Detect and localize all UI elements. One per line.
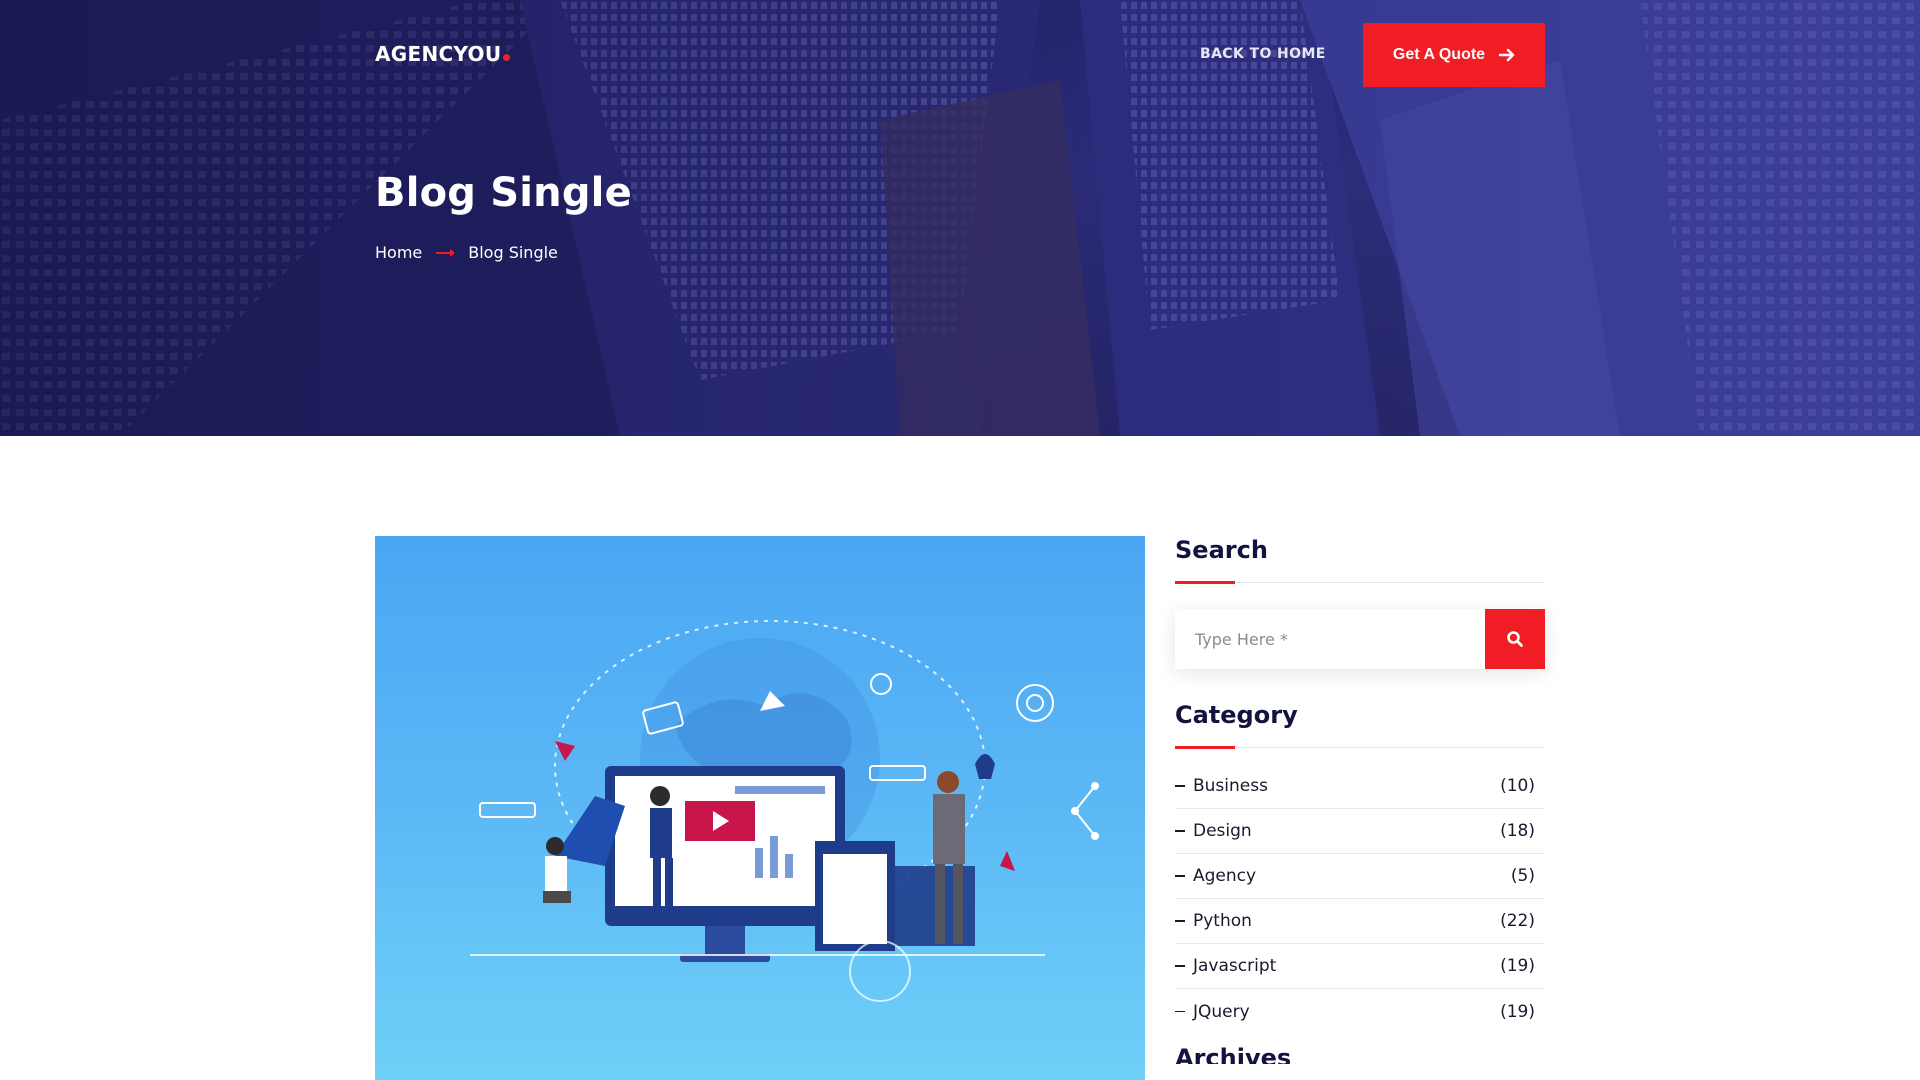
category-label: Javascript [1193,956,1277,976]
breadcrumb-arrow-icon [436,248,456,257]
widget-title-divider [1175,746,1545,749]
search-button[interactable] [1485,609,1545,669]
quote-label: Get A Quote [1392,46,1486,63]
category-count: (10) [1500,776,1535,796]
search-form [1175,609,1545,669]
digital-marketing-illustration [470,620,1099,1002]
dash-icon [1175,1010,1185,1013]
page-hero: AGENCYOU BACK TO HOME Get A Quote Blog S… [0,0,1920,436]
widget-title-divider [1175,581,1545,584]
category-item-jquery[interactable]: JQuery (19) [1175,989,1545,1034]
arrow-right-icon [1499,48,1515,62]
category-label: Design [1193,821,1252,841]
next-widget-title: Archives [1175,1044,1292,1064]
breadcrumb-home[interactable]: Home [375,243,422,262]
breadcrumb: Home Blog Single [375,243,558,262]
hero-overlay [0,0,1920,436]
back-to-home-link[interactable]: BACK TO HOME [1200,46,1326,62]
dash-icon [1175,875,1185,877]
category-item-python[interactable]: Python (22) [1175,899,1545,944]
category-count: (19) [1500,956,1535,976]
category-widget: Category Business (10) Design (18) Agenc… [1175,701,1545,1034]
logo-text: AGENCYOU [375,42,502,66]
category-label: Business [1193,776,1268,796]
category-item-business[interactable]: Business (10) [1175,764,1545,809]
category-item-javascript[interactable]: Javascript (19) [1175,944,1545,989]
get-a-quote-button[interactable]: Get A Quote [1363,23,1545,87]
dash-icon [1175,920,1185,922]
dash-icon [1175,785,1185,787]
search-widget-title: Search [1175,536,1268,564]
category-label: Python [1193,911,1252,931]
category-count: (5) [1510,866,1535,886]
category-count: (19) [1500,1001,1535,1022]
logo-dot [503,54,511,61]
search-widget: Search [1175,536,1545,669]
search-icon [1507,631,1523,647]
post-featured-image [375,536,1145,1080]
category-count: (22) [1500,911,1535,931]
category-label: Agency [1193,866,1257,886]
blog-sidebar: Search Category Business (10) Design (18… [1175,536,1545,1064]
category-list: Business (10) Design (18) Agency (5) Pyt… [1175,764,1545,1034]
category-item-design[interactable]: Design (18) [1175,809,1545,854]
category-widget-title: Category [1175,701,1298,729]
category-item-agency[interactable]: Agency (5) [1175,854,1545,899]
breadcrumb-current: Blog Single [468,243,558,262]
site-logo[interactable]: AGENCYOU [375,42,511,66]
page-title: Blog Single [375,170,632,216]
dash-icon [1175,830,1185,832]
category-count: (18) [1500,821,1535,841]
search-input[interactable] [1175,609,1485,669]
dash-icon [1175,965,1185,967]
category-label: JQuery [1193,1001,1250,1022]
